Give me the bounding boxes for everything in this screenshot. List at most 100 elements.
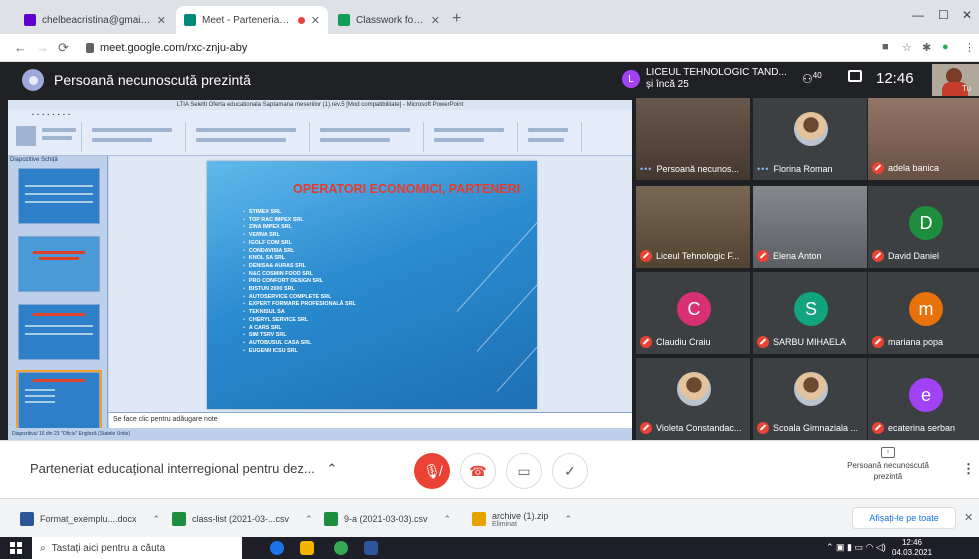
- chevron-up-icon[interactable]: ⌃: [444, 514, 452, 525]
- slide-thumbnail-selected[interactable]: [16, 370, 102, 434]
- chevron-up-icon[interactable]: ⌃: [305, 514, 313, 525]
- bookmark-star-icon[interactable]: ☆: [902, 41, 912, 54]
- close-tab-icon[interactable]: ✕: [431, 14, 440, 27]
- minimize-button[interactable]: —: [912, 8, 924, 22]
- mic-off-icon: [757, 336, 769, 348]
- check-icon: ✓: [564, 462, 576, 479]
- participant-name: Florina Roman: [773, 164, 833, 174]
- download-filename: class-list (2021-03-...csv: [192, 514, 290, 524]
- participant-name: Claudiu Craiu: [656, 337, 711, 347]
- chrome-icon[interactable]: [334, 541, 348, 555]
- browser-tab-strip: chelbeacristina@gmail.com - Yah ✕ Meet -…: [0, 0, 979, 34]
- download-item[interactable]: archive (1).zip Eliminat ⌃: [472, 507, 572, 531]
- participant-tile[interactable]: adela banica: [868, 98, 979, 180]
- participant-tile[interactable]: S SARBU MIHAELA: [753, 272, 867, 354]
- file-icon: [324, 512, 338, 526]
- maximize-button[interactable]: ☐: [938, 8, 949, 22]
- participant-tile[interactable]: ••• Florina Roman: [753, 98, 867, 180]
- ppt-status-bar: Diapozitivul 16 din 23 "Oficiu" Engleză …: [8, 428, 632, 440]
- slide-thumbnail[interactable]: [18, 168, 100, 224]
- windows-icon[interactable]: [10, 542, 22, 554]
- new-tab-button[interactable]: +: [452, 10, 461, 28]
- partner-item: SIM TSRV SRL: [243, 332, 356, 340]
- download-item[interactable]: 9-a (2021-03-03).csv ⌃: [324, 507, 451, 531]
- partner-item: KNOL SA SRL: [243, 255, 356, 263]
- system-tray[interactable]: ⌃ ▣ ▮ ▭ ◠ ◁): [826, 542, 886, 553]
- recording-dot-icon: [297, 16, 305, 24]
- participant-name: SARBU MIHAELA: [773, 337, 847, 347]
- notes-field[interactable]: Se face clic pentru adăugare note: [109, 412, 632, 428]
- camera-permission-icon[interactable]: ■: [882, 41, 889, 53]
- chat-icon[interactable]: [848, 70, 862, 82]
- partner-item: TEKNISUL SA: [243, 309, 356, 317]
- extension-icon[interactable]: ✱: [922, 41, 931, 54]
- menu-icon[interactable]: ⋮: [964, 41, 975, 54]
- close-tab-icon[interactable]: ✕: [157, 14, 166, 27]
- self-view[interactable]: Tu: [932, 64, 979, 96]
- url-field[interactable]: meet.google.com/rxc-znju-aby: [86, 38, 846, 58]
- slide-thumbnail[interactable]: [18, 236, 100, 292]
- word-icon[interactable]: [364, 541, 378, 555]
- forward-button[interactable]: →: [36, 40, 49, 55]
- people-icon[interactable]: ⚇40: [802, 71, 822, 86]
- participant-tile[interactable]: Violeta Constandac...: [636, 358, 750, 440]
- tab-classroom[interactable]: Classwork for XI D T.I.A. - M L M ✕: [330, 6, 448, 34]
- avatar: e: [909, 378, 943, 412]
- participant-tile[interactable]: e ecaterina serban: [868, 358, 979, 440]
- participant-tile[interactable]: m mariana popa: [868, 272, 979, 354]
- slides-panel: Diapozitive Schiță: [8, 156, 108, 440]
- participant-tile[interactable]: D David Daniel: [868, 186, 979, 268]
- tab-yahoo-mail[interactable]: chelbeacristina@gmail.com - Yah ✕: [16, 6, 174, 34]
- camera-icon: ▭: [517, 462, 531, 479]
- mic-off-button[interactable]: 🎙︎̸: [414, 453, 450, 489]
- download-item[interactable]: Format_exemplu....docx ⌃: [20, 507, 160, 531]
- camera-button[interactable]: ▭: [506, 453, 542, 489]
- show-all-downloads-button[interactable]: Afișați-le pe toate: [852, 507, 956, 529]
- participant-name: Persoană necunos...: [656, 164, 740, 174]
- partner-item: DENISA& AURAS SRL: [243, 263, 356, 271]
- download-filename: Format_exemplu....docx: [40, 514, 137, 524]
- taskbar-search-input[interactable]: ⌕ Tastați aici pentru a căuta: [32, 537, 242, 559]
- back-button[interactable]: ←: [14, 40, 27, 55]
- download-item[interactable]: class-list (2021-03-...csv ⌃: [172, 507, 313, 531]
- profile-icon[interactable]: ●: [942, 41, 949, 53]
- slide-title: OPERATORI ECONOMICI, PARTENERI: [293, 182, 521, 196]
- mail-icon: [24, 14, 36, 26]
- slide-thumbnail[interactable]: [18, 304, 100, 360]
- partner-item: PRO CONFORT DESIGN SRL: [243, 278, 356, 286]
- reload-button[interactable]: ⟳: [58, 40, 69, 56]
- classroom-icon: [338, 14, 350, 26]
- slide-canvas: OPERATORI ECONOMICI, PARTENERI STIMEX SR…: [109, 156, 632, 412]
- taskbar-clock[interactable]: 12:46 04.03.2021: [892, 538, 932, 558]
- chevron-up-icon[interactable]: ⌃: [153, 514, 161, 525]
- chevron-up-icon[interactable]: ⌃: [565, 514, 573, 525]
- close-window-button[interactable]: ✕: [962, 8, 972, 22]
- tab-meet[interactable]: Meet - Parteneriat educational ✕: [176, 6, 328, 34]
- lock-icon: [86, 43, 94, 53]
- org-name: LICEUL TEHNOLOGIC TAND...: [646, 67, 787, 78]
- edge-icon[interactable]: [270, 541, 284, 555]
- mic-off-icon: [872, 336, 884, 348]
- close-tab-icon[interactable]: ✕: [311, 14, 320, 27]
- participant-tile[interactable]: ••• Persoană necunos...: [636, 98, 750, 180]
- presenting-indicator[interactable]: ↑ Persoană necunoscută prezintă: [838, 447, 938, 482]
- end-call-button[interactable]: ☎: [460, 453, 496, 489]
- speaking-icon: •••: [757, 164, 770, 174]
- meeting-title[interactable]: Parteneriat educațional interregional pe…: [30, 461, 337, 477]
- search-icon: ⌕: [40, 542, 46, 554]
- ppt-window-title: LTIA Seletti Oferta educationala Saptama…: [8, 100, 632, 110]
- partner-item: EUGENII ICSU SRL: [243, 348, 356, 356]
- file-explorer-icon[interactable]: [300, 541, 314, 555]
- raise-hand-button[interactable]: ✓: [552, 453, 588, 489]
- participant-tile[interactable]: C Claudiu Craiu: [636, 272, 750, 354]
- participant-tile[interactable]: Liceul Tehnologic F...: [636, 186, 750, 268]
- speaking-icon: •••: [640, 164, 653, 174]
- more-options-icon[interactable]: ⋮: [962, 461, 975, 477]
- avatar: [794, 372, 828, 406]
- mic-off-icon: [872, 250, 884, 262]
- file-icon: [172, 512, 186, 526]
- participant-tile[interactable]: Scoala Gimnaziala ...: [753, 358, 867, 440]
- close-icon[interactable]: ✕: [964, 511, 973, 524]
- participant-tile[interactable]: Elena Anton: [753, 186, 867, 268]
- shared-screen-powerpoint: LTIA Seletti Oferta educationala Saptama…: [8, 100, 632, 440]
